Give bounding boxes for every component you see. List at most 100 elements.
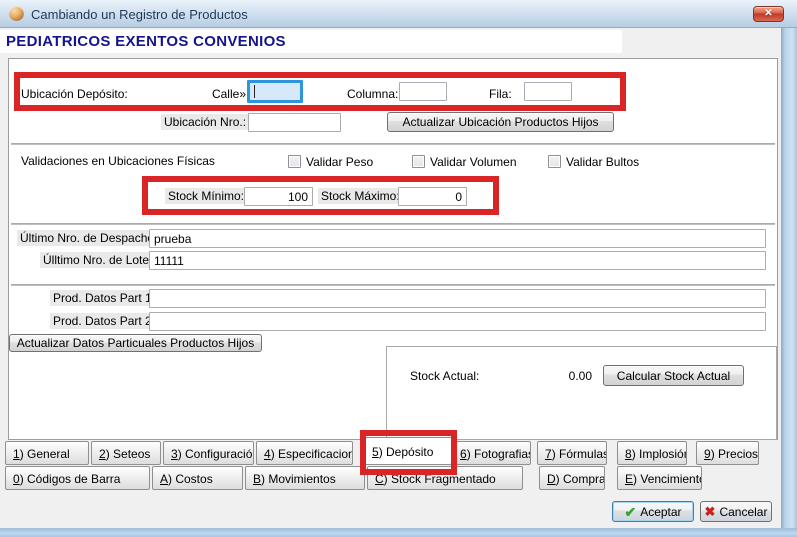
ubicacion-deposito-label: Ubicación Depósito: xyxy=(21,87,128,101)
record-header: PEDIATRICOS EXENTOS CONVENIOS xyxy=(0,30,622,53)
tab-accel: 5 xyxy=(372,445,379,459)
tab-implosion[interactable]: 8) Implosión xyxy=(617,441,687,465)
ultimo-despacho-input[interactable] xyxy=(149,229,766,248)
text-caret xyxy=(254,85,255,98)
tab-label: ) Seteos xyxy=(106,447,151,461)
validar-bultos-label[interactable]: Validar Bultos xyxy=(566,155,639,169)
prod-datos-2-input[interactable] xyxy=(149,312,766,331)
ubicacion-nro-input[interactable] xyxy=(248,113,341,132)
fila-label: Fila: xyxy=(489,87,512,101)
validar-volumen-checkbox[interactable] xyxy=(412,155,425,168)
window-frame-bottom xyxy=(0,528,797,537)
dialog-window: Cambiando un Registro de Productos ✕ PED… xyxy=(0,0,797,537)
tab-general[interactable]: 1) General xyxy=(5,441,89,465)
tab-accel: C xyxy=(375,472,384,486)
tab-accel: 4 xyxy=(264,447,271,461)
prod-datos-2-label: Prod. Datos Part 2: xyxy=(50,313,158,329)
divider xyxy=(11,284,775,286)
ultimo-lote-label: Úlltimo Nro. de Lote: xyxy=(40,252,155,268)
tab-accel: B xyxy=(253,472,261,486)
tab-label: ) Implosión xyxy=(632,447,687,461)
tab-accel: 9 xyxy=(704,447,711,461)
tab-especificaciones[interactable]: 4) Especificaciones xyxy=(256,441,353,465)
tab-label: ) Códigos de Barra xyxy=(20,472,121,486)
tab-label: ) Movimientos xyxy=(261,472,336,486)
validar-volumen-label[interactable]: Validar Volumen xyxy=(430,155,517,169)
tab-label: ) Depósito xyxy=(379,445,434,459)
close-icon: ✕ xyxy=(754,7,783,21)
tab-stock-fragmentado[interactable]: C) Stock Fragmentado xyxy=(367,466,523,490)
divider xyxy=(11,223,775,225)
tab-label: ) Configuración xyxy=(178,447,254,461)
prod-datos-1-input[interactable] xyxy=(149,289,766,308)
columna-input[interactable] xyxy=(399,82,447,101)
window-title: Cambiando un Registro de Productos xyxy=(31,7,248,22)
tab-accel: 3 xyxy=(171,447,178,461)
calle-input[interactable] xyxy=(247,80,303,103)
tab-label: ) Compras xyxy=(556,472,605,486)
tab-label: ) Fórmulas xyxy=(552,447,607,461)
tab-label: ) Costos xyxy=(168,472,213,486)
tab-accel: 8 xyxy=(625,447,632,461)
check-icon: ✔ xyxy=(624,505,636,519)
tab-label: ) Especificaciones xyxy=(271,447,353,461)
tab-accel: D xyxy=(547,472,556,486)
tab-label: ) Precios xyxy=(711,447,758,461)
tab-accel: 2 xyxy=(99,447,106,461)
tab-label: ) General xyxy=(20,447,70,461)
tab-formulas[interactable]: 7) Fórmulas xyxy=(537,441,607,465)
tab-precios[interactable]: 9) Precios xyxy=(696,441,759,465)
ubicacion-nro-label: Ubicación Nro.: xyxy=(161,114,249,130)
tab-fotografias[interactable]: 6) Fotografias xyxy=(452,441,531,465)
validaciones-label: Validaciones en Ubicaciones Físicas xyxy=(21,154,215,168)
actualizar-datos-button[interactable]: Actualizar Datos Particuales Productos H… xyxy=(9,334,262,352)
tab-costos[interactable]: A) Costos xyxy=(152,466,243,490)
fila-input[interactable] xyxy=(524,82,572,101)
cancelar-button[interactable]: ✖ Cancelar xyxy=(700,501,772,522)
ultimo-despacho-label: Último Nro. de Despacho: xyxy=(17,230,160,246)
tab-accel: 6 xyxy=(460,447,467,461)
tab-accel: 0 xyxy=(13,472,20,486)
cancelar-label: Cancelar xyxy=(719,505,767,519)
validar-bultos-checkbox[interactable] xyxy=(548,155,561,168)
prod-datos-1-label: Prod. Datos Part 1: xyxy=(50,290,158,306)
divider xyxy=(11,143,775,145)
tab-label: ) Fotografias xyxy=(467,447,531,461)
stock-minimo-label: Stock Mínimo: xyxy=(165,188,247,204)
tab-accel: A xyxy=(160,472,168,486)
tab-deposito-active[interactable]: 5) Depósito xyxy=(364,437,452,465)
tab-accel: 1 xyxy=(13,447,20,461)
stock-actual-value: 0.00 xyxy=(512,369,592,383)
stock-minimo-input[interactable] xyxy=(244,187,313,206)
title-bar: Cambiando un Registro de Productos ✕ xyxy=(0,0,797,28)
tab-vencimientos[interactable]: E) Vencimientos xyxy=(617,466,702,490)
app-icon xyxy=(9,6,24,21)
tab-movimientos[interactable]: B) Movimientos xyxy=(245,466,365,490)
tab-configuracion[interactable]: 3) Configuración xyxy=(163,441,254,465)
window-frame-right xyxy=(781,0,797,537)
stock-maximo-label: Stock Máximo: xyxy=(318,188,403,204)
aceptar-button[interactable]: ✔ Aceptar xyxy=(612,501,694,522)
tab-accel: E xyxy=(625,472,633,486)
tab-accel: 7 xyxy=(545,447,552,461)
record-title: PEDIATRICOS EXENTOS CONVENIOS xyxy=(6,33,286,50)
deposito-tab-page: Ubicación Depósito: Calle» Columna: Fila… xyxy=(8,58,778,440)
stock-actual-label: Stock Actual: xyxy=(410,369,479,383)
tab-seteos[interactable]: 2) Seteos xyxy=(91,441,161,465)
stock-maximo-input[interactable] xyxy=(398,187,467,206)
actualizar-ubicacion-button[interactable]: Actualizar Ubicación Productos Hijos xyxy=(387,112,614,132)
columna-label: Columna: xyxy=(347,87,398,101)
calle-label: Calle» xyxy=(201,87,246,101)
tab-codigos-de-barra[interactable]: 0) Códigos de Barra xyxy=(5,466,150,490)
cross-icon: ✖ xyxy=(705,505,716,518)
tab-label: ) Stock Fragmentado xyxy=(384,472,496,486)
calcular-stock-button[interactable]: Calcular Stock Actual xyxy=(603,365,744,386)
stock-actual-groupbox: Stock Actual: 0.00 Calcular Stock Actual xyxy=(386,346,777,440)
tab-label: ) Vencimientos xyxy=(633,472,702,486)
validar-peso-label[interactable]: Validar Peso xyxy=(306,155,373,169)
tab-compras[interactable]: D) Compras xyxy=(539,466,605,490)
validar-peso-checkbox[interactable] xyxy=(288,155,301,168)
ultimo-lote-input[interactable] xyxy=(149,251,766,270)
close-button[interactable]: ✕ xyxy=(753,6,784,22)
aceptar-label: Aceptar xyxy=(640,505,681,519)
